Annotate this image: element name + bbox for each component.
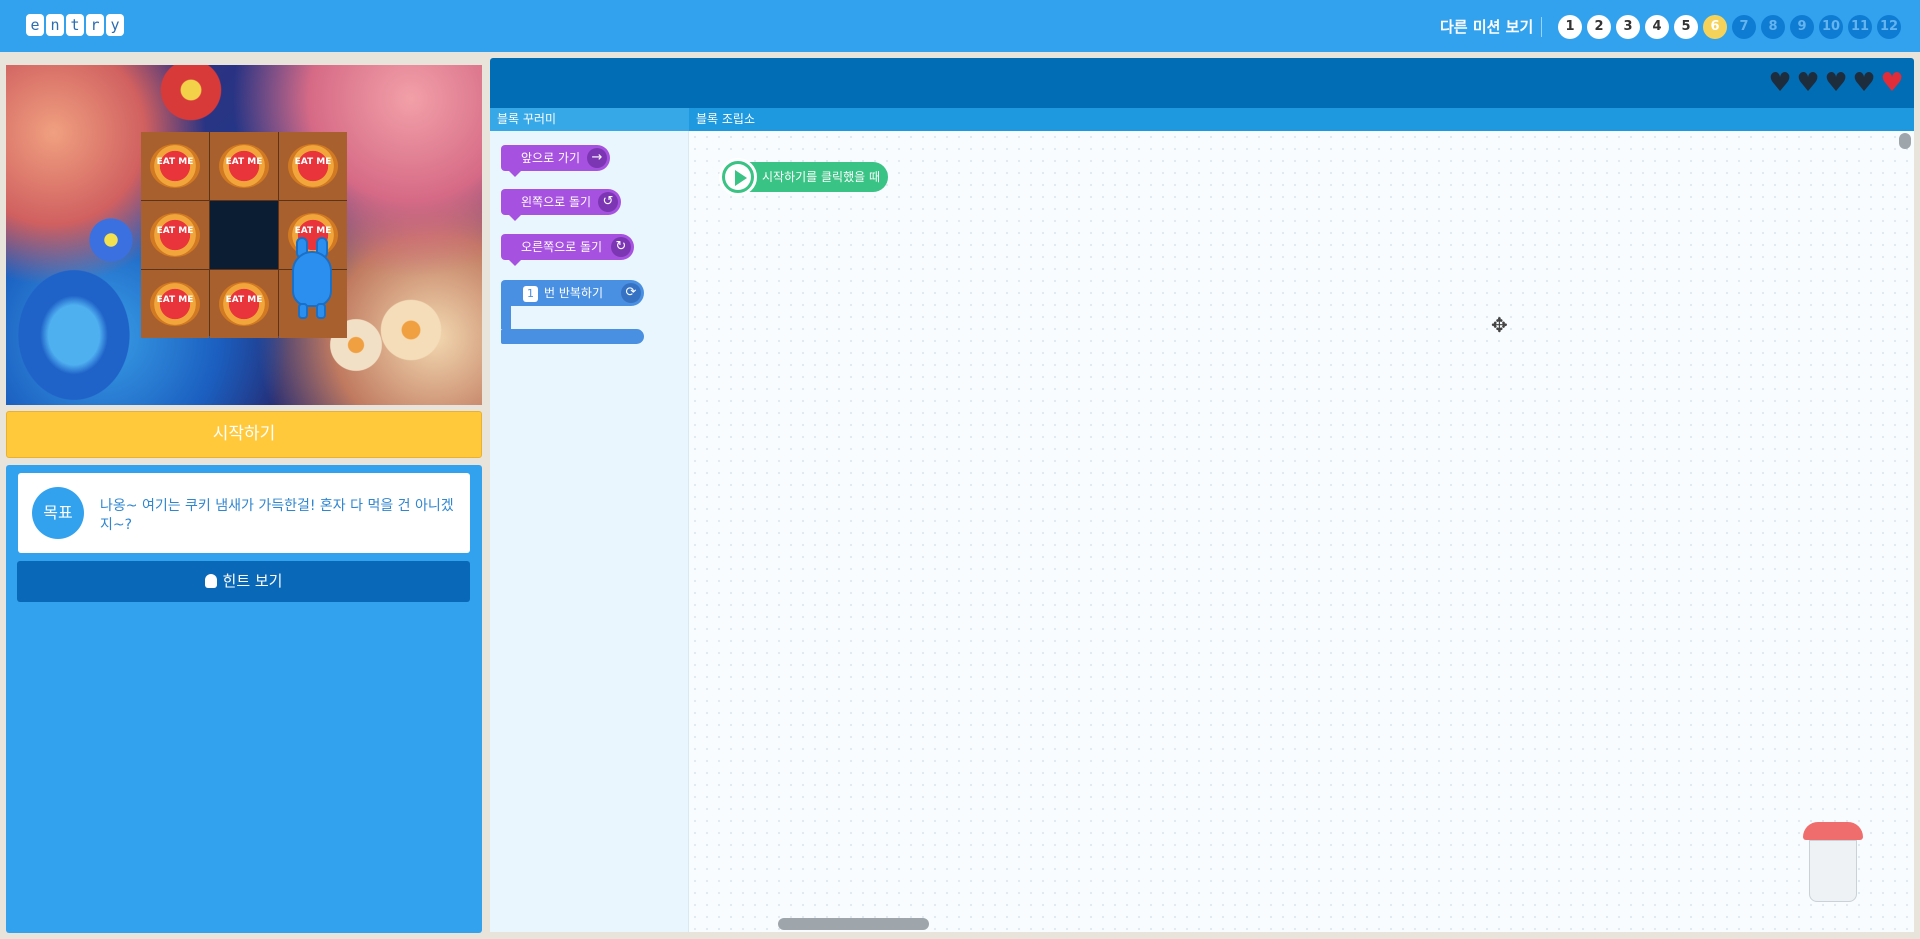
repeat-icon: ⟳: [621, 283, 641, 303]
lives-indicator: ♥ ♥ ♥ ♥ ♥: [1768, 68, 1904, 98]
vertical-scrollbar[interactable]: [1899, 133, 1911, 149]
tart-label: EAT ME: [294, 157, 332, 167]
heart-icon: ♥: [1824, 68, 1848, 98]
grid-tile: EAT ME: [279, 132, 347, 200]
workspace-tabs: 블록 꾸러미 블록 조립소: [490, 108, 1914, 131]
block-board[interactable]: [689, 131, 1914, 932]
horizontal-scrollbar[interactable]: [778, 918, 929, 930]
repeat-block-body: [501, 289, 511, 329]
logo-letter: t: [66, 14, 84, 36]
tart-icon: EAT ME: [150, 213, 200, 257]
heart-icon: ♥: [1796, 68, 1820, 98]
mission-selector: 1 2 3 4 5 6 7 8 9 10 11 12: [1558, 15, 1901, 39]
tart-icon: EAT ME: [150, 282, 200, 326]
trash-can: [1809, 840, 1857, 902]
mission-11-button[interactable]: 11: [1848, 15, 1872, 39]
move-cursor-icon: ✥: [1491, 313, 1508, 337]
mission-4-button[interactable]: 4: [1645, 15, 1669, 39]
grid-tile: EAT ME: [210, 132, 278, 200]
rotate-right-icon: ↻: [611, 237, 631, 257]
repeat-block-foot: [501, 329, 644, 344]
mission-12-button[interactable]: 12: [1877, 15, 1901, 39]
mission-8-button[interactable]: 8: [1761, 15, 1785, 39]
logo-letter: n: [46, 14, 64, 36]
repeat-count-dropdown[interactable]: 1: [523, 286, 538, 302]
mission-5-button[interactable]: 5: [1674, 15, 1698, 39]
character-leg: [316, 303, 326, 319]
tab-block-board[interactable]: 블록 조립소: [689, 108, 1914, 131]
mission-9-button[interactable]: 9: [1790, 15, 1814, 39]
grid-tile-empty: [210, 201, 278, 269]
start-button[interactable]: 시작하기: [6, 411, 482, 458]
tart-icon: EAT ME: [150, 144, 200, 188]
tart-icon: EAT ME: [219, 282, 269, 326]
trash-lid: [1803, 822, 1863, 840]
tart-label: EAT ME: [156, 157, 194, 167]
repeat-block[interactable]: 1 번 반복하기 ⟳: [501, 280, 644, 306]
mission-2-button[interactable]: 2: [1587, 15, 1611, 39]
repeat-block-label: 번 반복하기: [544, 286, 604, 300]
entry-logo[interactable]: e n t r y: [26, 14, 124, 36]
turn-right-block[interactable]: 오른쪽으로 돌기 ↻: [501, 234, 634, 266]
rotate-left-icon: ↺: [598, 192, 618, 212]
goal-panel: 목표 나옹~ 여기는 쿠키 냄새가 가득한걸! 혼자 다 먹을 건 아니겠지~?…: [6, 465, 482, 933]
flower-decoration: [86, 215, 136, 265]
trash-icon[interactable]: [1803, 822, 1863, 904]
top-bar: e n t r y 다른 미션 보기 1 2 3 4 5 6 7 8 9 10 …: [0, 0, 1920, 52]
tart-icon: EAT ME: [288, 144, 338, 188]
character-leg: [298, 303, 308, 319]
logo-letter: r: [86, 14, 104, 36]
hint-button-label: 힌트 보기: [222, 572, 283, 590]
butterfly-decoration: [14, 265, 134, 405]
grid-tile: EAT ME: [141, 132, 209, 200]
goal-badge: 목표: [32, 487, 84, 539]
logo-letter: y: [106, 14, 124, 36]
lightbulb-icon: [204, 574, 217, 588]
divider: [1541, 17, 1542, 37]
grid-tile: EAT ME: [141, 201, 209, 269]
heart-icon: ♥: [1880, 68, 1904, 98]
other-missions-link[interactable]: 다른 미션 보기: [1440, 16, 1533, 37]
turn-right-block-label: 오른쪽으로 돌기: [521, 240, 603, 254]
tab-block-palette[interactable]: 블록 꾸러미: [490, 108, 689, 131]
hint-button[interactable]: 힌트 보기: [17, 561, 470, 602]
game-stage: EAT ME EAT ME EAT ME EAT ME EAT ME EAT M…: [6, 65, 482, 405]
heart-icon: ♥: [1768, 68, 1792, 98]
heart-icon: ♥: [1852, 68, 1876, 98]
play-icon: [719, 158, 757, 196]
character-sprite: [288, 237, 336, 321]
tart-label: EAT ME: [156, 295, 194, 305]
when-start-clicked-block[interactable]: 시작하기를 클릭했을 때: [719, 158, 888, 196]
mission-1-button[interactable]: 1: [1558, 15, 1582, 39]
workspace-header: ♥ ♥ ♥ ♥ ♥: [490, 58, 1914, 108]
grid-tile: EAT ME: [210, 270, 278, 338]
tart-label: EAT ME: [225, 157, 263, 167]
goal-text: 나옹~ 여기는 쿠키 냄새가 가득한걸! 혼자 다 먹을 건 아니겠지~?: [100, 498, 454, 533]
flower-decoration: [376, 295, 446, 365]
logo-letter: e: [26, 14, 44, 36]
forward-block-label: 앞으로 가기: [521, 151, 581, 165]
when-start-clicked-label: 시작하기를 클릭했을 때: [762, 170, 881, 184]
mission-6-button[interactable]: 6: [1703, 15, 1727, 39]
mission-3-button[interactable]: 3: [1616, 15, 1640, 39]
arrow-right-icon: →: [587, 148, 607, 168]
character-body: [292, 251, 332, 307]
mission-10-button[interactable]: 10: [1819, 15, 1843, 39]
forward-block[interactable]: 앞으로 가기 →: [501, 145, 610, 177]
turn-left-block[interactable]: 왼쪽으로 돌기 ↺: [501, 189, 621, 221]
goal-card: 목표 나옹~ 여기는 쿠키 냄새가 가득한걸! 혼자 다 먹을 건 아니겠지~?: [18, 473, 470, 553]
flower-decoration: [156, 65, 226, 125]
turn-left-block-label: 왼쪽으로 돌기: [521, 195, 592, 209]
grid-tile: EAT ME: [141, 270, 209, 338]
tart-label: EAT ME: [156, 226, 194, 236]
tart-label: EAT ME: [225, 295, 263, 305]
tart-icon: EAT ME: [219, 144, 269, 188]
mission-7-button[interactable]: 7: [1732, 15, 1756, 39]
tart-label: EAT ME: [294, 226, 332, 236]
